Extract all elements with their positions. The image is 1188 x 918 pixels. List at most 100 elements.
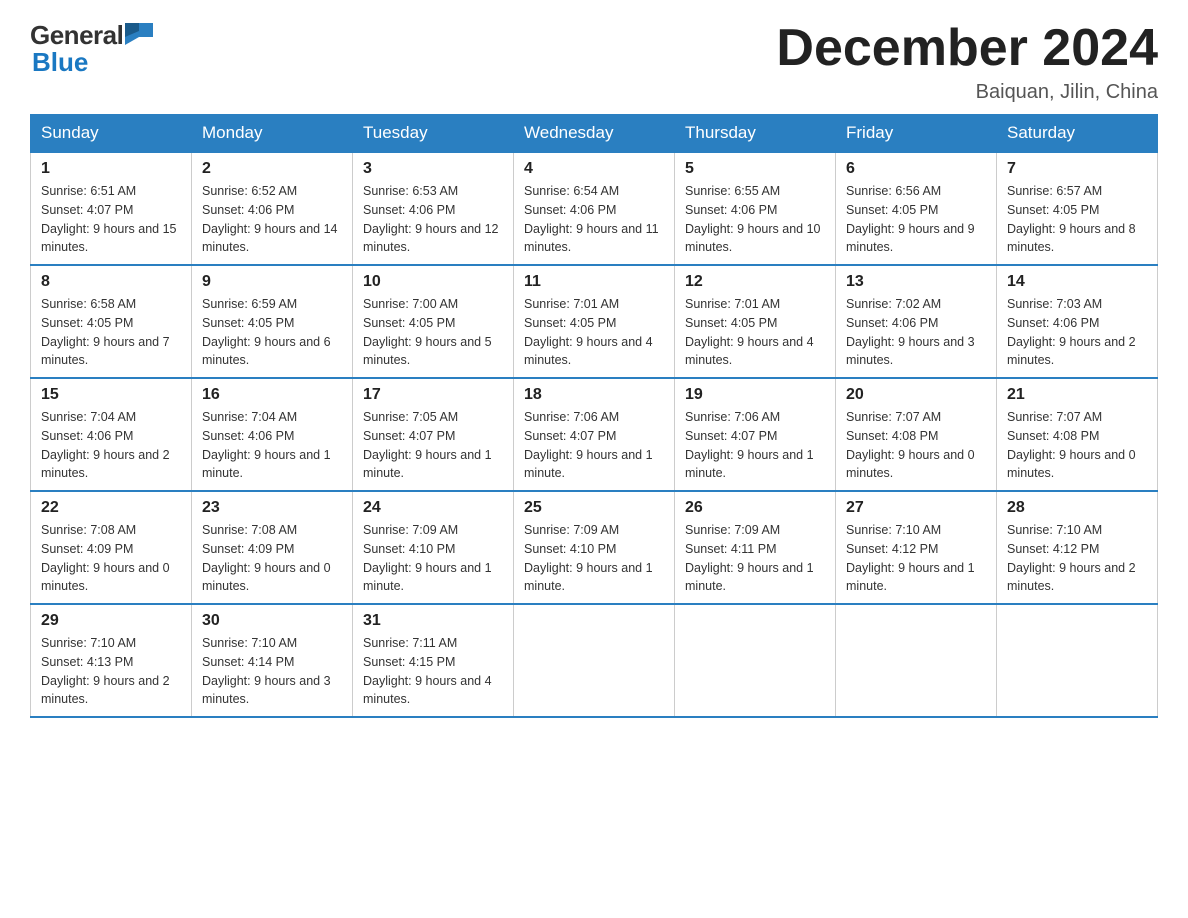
day-info: Sunrise: 7:04 AMSunset: 4:06 PMDaylight:… xyxy=(41,410,170,480)
day-number: 25 xyxy=(524,499,664,517)
day-info: Sunrise: 7:04 AMSunset: 4:06 PMDaylight:… xyxy=(202,410,331,480)
day-number: 28 xyxy=(1007,499,1147,517)
day-cell-17: 17 Sunrise: 7:05 AMSunset: 4:07 PMDaylig… xyxy=(353,378,514,491)
empty-cell xyxy=(514,604,675,717)
day-info: Sunrise: 6:52 AMSunset: 4:06 PMDaylight:… xyxy=(202,184,338,254)
month-title: December 2024 xyxy=(776,20,1158,77)
day-number: 23 xyxy=(202,499,342,517)
day-info: Sunrise: 7:02 AMSunset: 4:06 PMDaylight:… xyxy=(846,297,975,367)
day-info: Sunrise: 7:05 AMSunset: 4:07 PMDaylight:… xyxy=(363,410,492,480)
day-info: Sunrise: 7:06 AMSunset: 4:07 PMDaylight:… xyxy=(524,410,653,480)
weekday-header-friday: Friday xyxy=(836,115,997,153)
day-cell-23: 23 Sunrise: 7:08 AMSunset: 4:09 PMDaylig… xyxy=(192,491,353,604)
day-cell-25: 25 Sunrise: 7:09 AMSunset: 4:10 PMDaylig… xyxy=(514,491,675,604)
day-info: Sunrise: 7:07 AMSunset: 4:08 PMDaylight:… xyxy=(1007,410,1136,480)
week-row-3: 15 Sunrise: 7:04 AMSunset: 4:06 PMDaylig… xyxy=(31,378,1158,491)
day-info: Sunrise: 6:57 AMSunset: 4:05 PMDaylight:… xyxy=(1007,184,1136,254)
day-cell-16: 16 Sunrise: 7:04 AMSunset: 4:06 PMDaylig… xyxy=(192,378,353,491)
day-cell-12: 12 Sunrise: 7:01 AMSunset: 4:05 PMDaylig… xyxy=(675,265,836,378)
day-number: 18 xyxy=(524,386,664,404)
day-number: 17 xyxy=(363,386,503,404)
day-cell-9: 9 Sunrise: 6:59 AMSunset: 4:05 PMDayligh… xyxy=(192,265,353,378)
day-info: Sunrise: 7:11 AMSunset: 4:15 PMDaylight:… xyxy=(363,636,492,706)
weekday-header-wednesday: Wednesday xyxy=(514,115,675,153)
day-number: 12 xyxy=(685,273,825,291)
day-info: Sunrise: 6:54 AMSunset: 4:06 PMDaylight:… xyxy=(524,184,659,254)
day-cell-29: 29 Sunrise: 7:10 AMSunset: 4:13 PMDaylig… xyxy=(31,604,192,717)
day-number: 5 xyxy=(685,160,825,178)
day-cell-26: 26 Sunrise: 7:09 AMSunset: 4:11 PMDaylig… xyxy=(675,491,836,604)
empty-cell xyxy=(836,604,997,717)
page-header: General Blue December 2024 Baiquan, Jili… xyxy=(30,20,1158,104)
day-info: Sunrise: 7:03 AMSunset: 4:06 PMDaylight:… xyxy=(1007,297,1136,367)
day-cell-21: 21 Sunrise: 7:07 AMSunset: 4:08 PMDaylig… xyxy=(997,378,1158,491)
day-number: 16 xyxy=(202,386,342,404)
location-subtitle: Baiquan, Jilin, China xyxy=(776,81,1158,104)
day-number: 22 xyxy=(41,499,181,517)
week-row-5: 29 Sunrise: 7:10 AMSunset: 4:13 PMDaylig… xyxy=(31,604,1158,717)
day-cell-30: 30 Sunrise: 7:10 AMSunset: 4:14 PMDaylig… xyxy=(192,604,353,717)
weekday-header-thursday: Thursday xyxy=(675,115,836,153)
day-info: Sunrise: 7:09 AMSunset: 4:10 PMDaylight:… xyxy=(524,523,653,593)
weekday-header-saturday: Saturday xyxy=(997,115,1158,153)
day-number: 30 xyxy=(202,612,342,630)
day-number: 15 xyxy=(41,386,181,404)
day-number: 24 xyxy=(363,499,503,517)
day-info: Sunrise: 7:01 AMSunset: 4:05 PMDaylight:… xyxy=(524,297,653,367)
day-info: Sunrise: 7:09 AMSunset: 4:10 PMDaylight:… xyxy=(363,523,492,593)
weekday-header-tuesday: Tuesday xyxy=(353,115,514,153)
day-cell-27: 27 Sunrise: 7:10 AMSunset: 4:12 PMDaylig… xyxy=(836,491,997,604)
day-cell-6: 6 Sunrise: 6:56 AMSunset: 4:05 PMDayligh… xyxy=(836,152,997,265)
day-info: Sunrise: 7:06 AMSunset: 4:07 PMDaylight:… xyxy=(685,410,814,480)
weekday-header-monday: Monday xyxy=(192,115,353,153)
day-cell-13: 13 Sunrise: 7:02 AMSunset: 4:06 PMDaylig… xyxy=(836,265,997,378)
day-cell-7: 7 Sunrise: 6:57 AMSunset: 4:05 PMDayligh… xyxy=(997,152,1158,265)
day-cell-1: 1 Sunrise: 6:51 AMSunset: 4:07 PMDayligh… xyxy=(31,152,192,265)
week-row-4: 22 Sunrise: 7:08 AMSunset: 4:09 PMDaylig… xyxy=(31,491,1158,604)
day-number: 4 xyxy=(524,160,664,178)
empty-cell xyxy=(675,604,836,717)
week-row-1: 1 Sunrise: 6:51 AMSunset: 4:07 PMDayligh… xyxy=(31,152,1158,265)
day-number: 26 xyxy=(685,499,825,517)
weekday-header-row: SundayMondayTuesdayWednesdayThursdayFrid… xyxy=(31,115,1158,153)
day-cell-3: 3 Sunrise: 6:53 AMSunset: 4:06 PMDayligh… xyxy=(353,152,514,265)
day-cell-2: 2 Sunrise: 6:52 AMSunset: 4:06 PMDayligh… xyxy=(192,152,353,265)
day-cell-22: 22 Sunrise: 7:08 AMSunset: 4:09 PMDaylig… xyxy=(31,491,192,604)
day-number: 3 xyxy=(363,160,503,178)
day-cell-19: 19 Sunrise: 7:06 AMSunset: 4:07 PMDaylig… xyxy=(675,378,836,491)
day-info: Sunrise: 7:00 AMSunset: 4:05 PMDaylight:… xyxy=(363,297,492,367)
day-cell-10: 10 Sunrise: 7:00 AMSunset: 4:05 PMDaylig… xyxy=(353,265,514,378)
day-info: Sunrise: 7:10 AMSunset: 4:12 PMDaylight:… xyxy=(846,523,975,593)
day-number: 7 xyxy=(1007,160,1147,178)
day-number: 21 xyxy=(1007,386,1147,404)
logo-flag-icon xyxy=(125,23,153,45)
day-info: Sunrise: 7:10 AMSunset: 4:14 PMDaylight:… xyxy=(202,636,331,706)
day-number: 10 xyxy=(363,273,503,291)
day-info: Sunrise: 7:10 AMSunset: 4:12 PMDaylight:… xyxy=(1007,523,1136,593)
day-number: 2 xyxy=(202,160,342,178)
day-info: Sunrise: 6:56 AMSunset: 4:05 PMDaylight:… xyxy=(846,184,975,254)
day-number: 13 xyxy=(846,273,986,291)
day-info: Sunrise: 7:08 AMSunset: 4:09 PMDaylight:… xyxy=(41,523,170,593)
title-area: December 2024 Baiquan, Jilin, China xyxy=(776,20,1158,104)
day-number: 27 xyxy=(846,499,986,517)
logo: General Blue xyxy=(30,20,153,78)
day-info: Sunrise: 7:07 AMSunset: 4:08 PMDaylight:… xyxy=(846,410,975,480)
day-cell-18: 18 Sunrise: 7:06 AMSunset: 4:07 PMDaylig… xyxy=(514,378,675,491)
day-number: 11 xyxy=(524,273,664,291)
day-cell-11: 11 Sunrise: 7:01 AMSunset: 4:05 PMDaylig… xyxy=(514,265,675,378)
day-number: 14 xyxy=(1007,273,1147,291)
day-cell-8: 8 Sunrise: 6:58 AMSunset: 4:05 PMDayligh… xyxy=(31,265,192,378)
day-cell-4: 4 Sunrise: 6:54 AMSunset: 4:06 PMDayligh… xyxy=(514,152,675,265)
day-number: 29 xyxy=(41,612,181,630)
day-cell-14: 14 Sunrise: 7:03 AMSunset: 4:06 PMDaylig… xyxy=(997,265,1158,378)
day-info: Sunrise: 6:58 AMSunset: 4:05 PMDaylight:… xyxy=(41,297,170,367)
day-info: Sunrise: 7:10 AMSunset: 4:13 PMDaylight:… xyxy=(41,636,170,706)
day-number: 1 xyxy=(41,160,181,178)
day-number: 20 xyxy=(846,386,986,404)
day-info: Sunrise: 7:01 AMSunset: 4:05 PMDaylight:… xyxy=(685,297,814,367)
day-info: Sunrise: 7:08 AMSunset: 4:09 PMDaylight:… xyxy=(202,523,331,593)
day-cell-5: 5 Sunrise: 6:55 AMSunset: 4:06 PMDayligh… xyxy=(675,152,836,265)
day-cell-15: 15 Sunrise: 7:04 AMSunset: 4:06 PMDaylig… xyxy=(31,378,192,491)
day-cell-31: 31 Sunrise: 7:11 AMSunset: 4:15 PMDaylig… xyxy=(353,604,514,717)
